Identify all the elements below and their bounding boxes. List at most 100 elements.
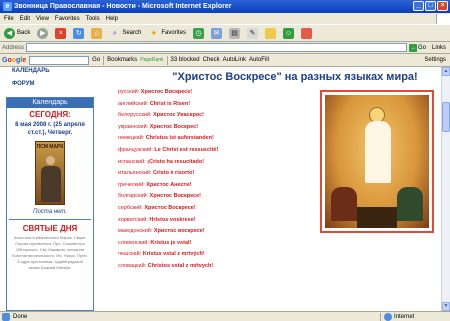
- windows-flag-icon: [436, 13, 450, 24]
- popup-blocked-button[interactable]: 33 blocked: [171, 57, 200, 63]
- print-icon: ▤: [229, 27, 241, 39]
- calendar-date: 8 мая 2008 г. (25 апреля ст.ст.), Четвер…: [15, 122, 85, 136]
- menu-help[interactable]: Help: [106, 16, 118, 22]
- language-name: итальянский:: [118, 170, 152, 177]
- autolink-button[interactable]: AutoLink: [223, 57, 246, 63]
- edit-button[interactable]: ✎: [245, 26, 260, 40]
- menu-view[interactable]: View: [36, 16, 49, 22]
- links-label[interactable]: Links: [432, 45, 450, 51]
- easter-greeting: Hrlstos voskrese!: [149, 216, 196, 223]
- scroll-up-button[interactable]: ▲: [442, 67, 450, 76]
- google-logo[interactable]: Google: [2, 57, 26, 64]
- easter-greeting: Христос Воскресе!: [140, 89, 193, 95]
- menu-edit[interactable]: Edit: [20, 16, 30, 22]
- security-zone: Internet: [380, 312, 450, 321]
- figure-left: [331, 187, 357, 221]
- christ-figure: [365, 121, 391, 183]
- forward-button[interactable]: ▶: [35, 26, 50, 40]
- figure-right: [397, 187, 423, 221]
- favorites-button[interactable]: ★ Favorites: [146, 26, 188, 40]
- easter-greeting: Христос воскресе!: [153, 228, 205, 235]
- easter-greeting: Christos vstal z mŕtvych!: [147, 262, 214, 269]
- scroll-down-button[interactable]: ▼: [442, 302, 450, 311]
- easter-greeting: Christus ist auferstanden!: [145, 135, 214, 142]
- window-title: Звонница Православная - Новости - Micros…: [14, 3, 232, 10]
- google-search-input[interactable]: [29, 55, 90, 65]
- icon-caption: ПСМ МАРК: [36, 144, 64, 150]
- easter-greeting: Kristus vstal z mrtvých!: [142, 251, 205, 258]
- menu-tools[interactable]: Tools: [86, 16, 100, 22]
- easter-greeting: Христос Воскресе!: [144, 204, 196, 211]
- easter-greeting: Христос Анести!: [146, 181, 192, 188]
- easter-greeting: Христос Воскресе!: [149, 193, 202, 200]
- messenger-icon: ☺: [283, 27, 295, 39]
- folder-icon: [265, 27, 277, 39]
- stop-button[interactable]: ×: [53, 26, 68, 40]
- home-button[interactable]: ⌂: [89, 26, 104, 40]
- minimize-button[interactable]: _: [413, 1, 424, 11]
- back-arrow-icon: ◀: [4, 27, 15, 39]
- messenger-button[interactable]: ☺: [281, 26, 296, 40]
- language-name: немецкий:: [118, 135, 145, 142]
- scroll-thumb[interactable]: [442, 102, 450, 132]
- language-row: украинский: Христос Воскрес!: [118, 124, 318, 136]
- history-button[interactable]: ◷: [191, 26, 206, 40]
- saint-icon-image[interactable]: ПСМ МАРК: [35, 141, 65, 205]
- back-button[interactable]: ◀ Back: [2, 26, 32, 40]
- language-name: английский:: [118, 100, 149, 107]
- language-name: македонский:: [118, 228, 153, 235]
- google-go-button[interactable]: Go: [92, 57, 100, 63]
- menu-file[interactable]: File: [4, 16, 14, 22]
- calendar-header: Календарь: [7, 98, 93, 108]
- close-button[interactable]: ×: [437, 1, 448, 11]
- autofill-button[interactable]: AutoFill: [249, 57, 269, 63]
- address-label: Address: [2, 44, 25, 51]
- bookmarks-button[interactable]: Bookmarks: [107, 57, 137, 63]
- language-name: белорусский:: [118, 112, 152, 119]
- toolbar-divider: [166, 55, 168, 65]
- resurrection-icon-image[interactable]: [320, 90, 434, 233]
- standard-toolbar: ◀ Back ▶ × ↻ ⌂ ⌕ Search ★ Favorites ◷ ✉ …: [0, 24, 450, 42]
- language-row: македонский: Христос воскресе!: [118, 228, 318, 240]
- language-row: греческий: Христос Анести!: [118, 182, 318, 194]
- print-button[interactable]: ▤: [227, 26, 242, 40]
- settings-button[interactable]: Settings: [424, 57, 450, 63]
- language-row: словенский: Kristus je vstal!: [118, 240, 318, 252]
- address-bar: Address → Go Links: [0, 42, 450, 54]
- search-icon: ⌕: [112, 29, 117, 37]
- page-headline: "Христос Воскресе" на разных языках мира…: [172, 71, 418, 83]
- language-row: белорусский: Христос Уваскрос!: [118, 112, 318, 124]
- left-nav: КАЛЕНДАРЬ ФОРУМ: [6, 67, 94, 93]
- menu-favorites[interactable]: Favorites: [55, 16, 80, 22]
- research-button[interactable]: [299, 26, 314, 40]
- go-button[interactable]: → Go: [408, 43, 430, 52]
- pagerank-indicator: PageRank: [140, 57, 164, 63]
- language-row: итальянский: Cristo è risorto!: [118, 170, 318, 182]
- easter-greeting: Le Christ est ressuscité!: [154, 146, 219, 153]
- star-icon: ★: [150, 29, 157, 37]
- language-row: французский: Le Christ est ressuscité!: [118, 147, 318, 159]
- fast-status: Поста нет.: [33, 209, 67, 215]
- mail-button[interactable]: ✉: [209, 26, 224, 40]
- spellcheck-button[interactable]: Check: [203, 57, 220, 63]
- address-input[interactable]: [26, 43, 407, 52]
- easter-greeting: Christ is Risen!: [149, 100, 191, 107]
- maximize-button[interactable]: □: [425, 1, 436, 11]
- tomb-shape: [357, 207, 397, 228]
- language-list: русский: Христос Воскресе! английский: Ch…: [118, 89, 318, 275]
- edit-icon: ✎: [247, 27, 259, 39]
- today-label: СЕГОДНЯ:: [29, 110, 71, 119]
- mail-icon: ✉: [211, 27, 223, 39]
- refresh-button[interactable]: ↻: [71, 26, 86, 40]
- nav-link-calendar[interactable]: КАЛЕНДАРЬ: [6, 67, 94, 80]
- language-name: французский:: [118, 146, 153, 153]
- page-viewport: КАЛЕНДАРЬ ФОРУМ Календарь СЕГОДНЯ: 8 мая…: [0, 67, 441, 311]
- language-name: словацкий:: [118, 262, 147, 269]
- nav-link-forum[interactable]: ФОРУМ: [6, 80, 94, 93]
- language-row: английский: Christ is Risen!: [118, 101, 318, 113]
- search-button[interactable]: ⌕ Search: [107, 26, 143, 40]
- research-icon: [301, 27, 313, 39]
- vertical-scrollbar[interactable]: ▲ ▼: [441, 67, 450, 311]
- folder-button[interactable]: [263, 26, 278, 40]
- status-bar: Done Internet: [0, 311, 450, 321]
